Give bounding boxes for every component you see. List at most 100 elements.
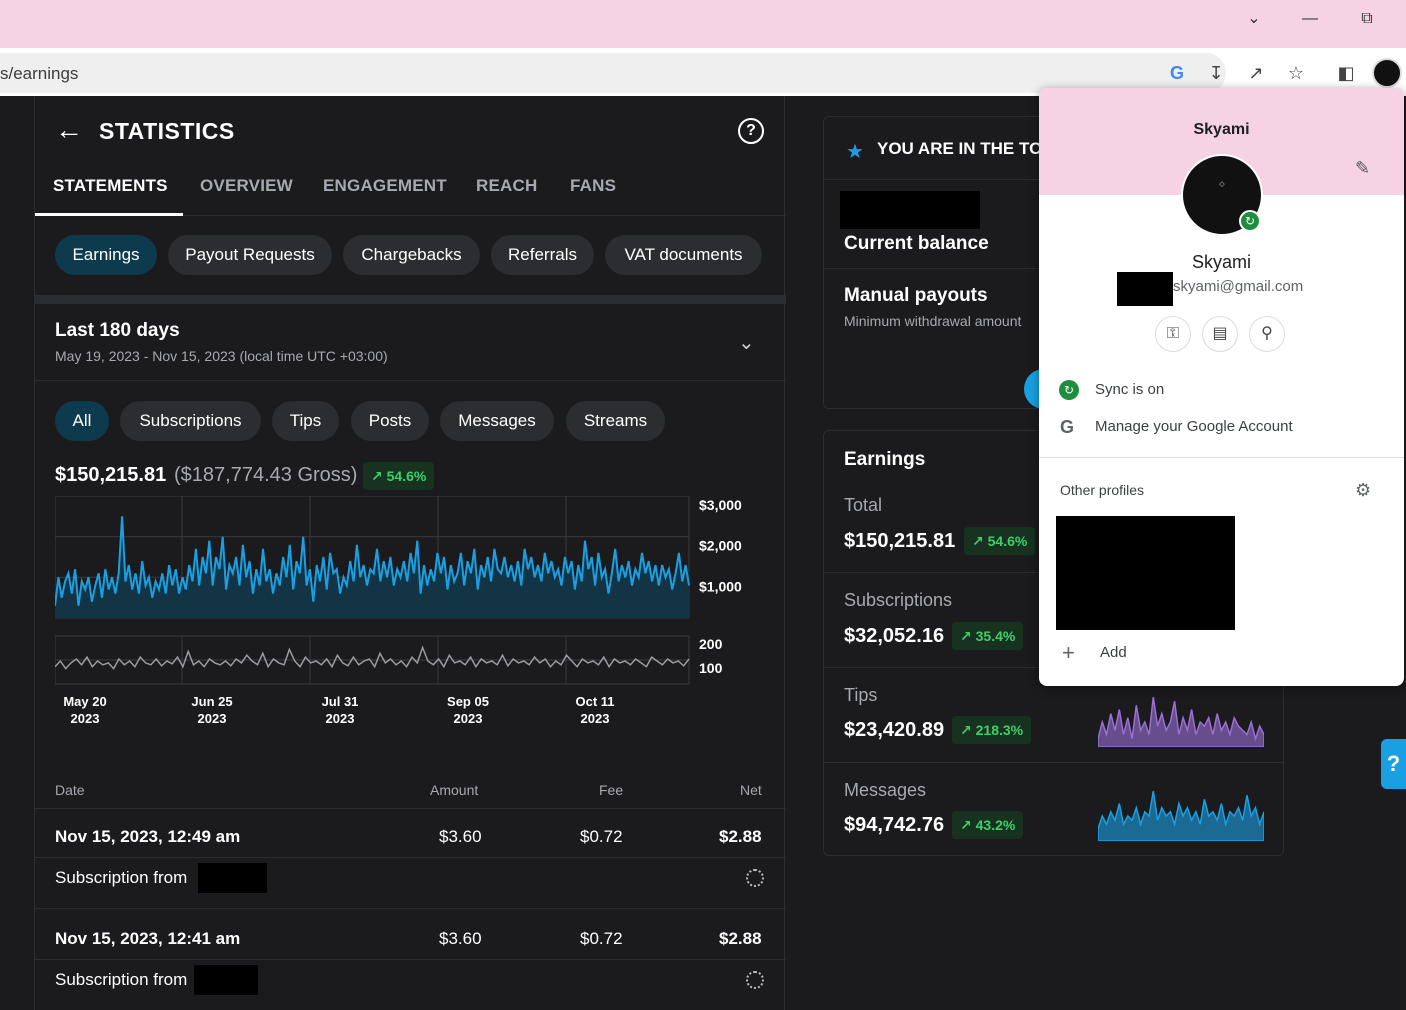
back-arrow-icon[interactable]: ← [55,116,83,144]
divider [35,380,786,381]
filter-streams[interactable]: Streams [566,401,665,441]
restore-icon[interactable]: ⧉ [1353,8,1381,30]
addresses-pin-icon[interactable]: ⚲ [1249,316,1285,352]
filter-subscriptions[interactable]: Subscriptions [120,401,261,441]
redacted-balance [840,191,980,229]
tab-reach[interactable]: REACH [476,176,537,196]
earnings-messages-change: ↗ 43.2% [952,811,1024,839]
minimize-icon[interactable]: — [1296,8,1324,30]
filter-all[interactable]: All [55,401,109,441]
redacted-username [198,863,267,893]
add-plus-icon[interactable]: + [1062,640,1075,666]
subtab-chargebacks[interactable]: Chargebacks [343,235,480,275]
help-icon[interactable]: ? [738,118,764,144]
tab-fans[interactable]: FANS [570,176,616,196]
earnings-subscriptions-amount: $32,052.16 [844,625,945,647]
change-badge: ↗ 54.6% [363,462,435,490]
tab-engagement[interactable]: ENGAGEMENT [323,176,447,196]
browser-titlebar: ⌄ — ⧉ [0,0,1406,44]
x-tick-label: Oct 11 [575,694,614,709]
section-divider [35,295,786,304]
profile-popup: Skyami ✎ ◇ ↻ Skyami skyami@gmail.com ⚿ ▤… [1039,88,1404,686]
min-withdrawal-text: Minimum withdrawal amount [844,313,1022,329]
row-description: Subscription from [55,868,188,887]
tips-sparkline-path [1098,697,1264,747]
divider [35,959,786,960]
row-fee: $0.72 [580,827,623,846]
y-tick-label: $3,000 [699,497,742,513]
add-profile-button[interactable]: Add [1100,644,1127,661]
side-panel-icon[interactable]: ◧ [1335,62,1357,84]
help-chat-icon[interactable]: ? [1381,739,1406,789]
profile-email: skyami@gmail.com [1173,278,1304,295]
y-tick-label: 100 [699,660,723,676]
profile-avatar-button[interactable] [1372,58,1402,88]
x-tick-label: Sep 05 [447,694,489,709]
left-gutter [0,96,34,1010]
row-amount: $3.60 [439,929,482,948]
share-icon[interactable]: ↗ [1245,62,1267,84]
top-creator-text: YOU ARE IN THE TOP [877,139,1054,158]
bookmark-star-icon[interactable]: ☆ [1285,62,1307,84]
pencil-edit-icon[interactable]: ✎ [1355,158,1370,179]
filter-tips[interactable]: Tips [272,401,339,441]
x-tick-label: 2023 [198,711,227,726]
row-net: $2.88 [719,827,762,846]
payment-card-icon[interactable]: ▤ [1202,316,1238,352]
messages-sparkline-path [1098,791,1264,841]
tab-overview[interactable]: OVERVIEW [200,176,293,196]
statistics-header: ← STATISTICS ? [35,96,786,166]
y-tick-label: $1,000 [699,578,742,594]
sync-status[interactable]: Sync is on [1095,381,1164,398]
manage-account-link[interactable]: Manage your Google Account [1095,418,1293,435]
subtab-payout-requests[interactable]: Payout Requests [168,235,332,275]
col-fee-header: Fee [599,782,624,798]
subtab-vat-documents[interactable]: VAT documents [605,235,762,275]
gear-icon[interactable]: ⚙ [1355,480,1371,501]
divider [35,808,786,809]
filter-posts[interactable]: Posts [351,401,429,441]
messages-sparkline [1098,791,1264,841]
tab-search-chevron-icon[interactable]: ⌄ [1240,8,1268,30]
posts-line [55,645,690,670]
earnings-tips-label: Tips [844,685,878,705]
y-tick-label: 200 [699,636,723,652]
filter-messages[interactable]: Messages [440,401,554,441]
statistics-panel: ← STATISTICS ? STATEMENTS OVERVIEW ENGAG… [34,96,786,1010]
passwords-key-icon[interactable]: ⚿ [1155,316,1191,352]
earnings-messages-label: Messages [844,780,927,800]
gross-total: ($187,774.43 Gross) [174,464,358,486]
install-icon[interactable]: ↧ [1205,62,1227,84]
avatar-logo: ◇ [1219,181,1225,188]
tab-statements[interactable]: STATEMENTS [53,176,168,196]
divider [1039,457,1404,458]
row-fee: $0.72 [580,929,623,948]
net-total: $150,215.81 [55,464,167,486]
col-date-header: Date [55,782,85,798]
subtab-earnings[interactable]: Earnings [55,235,157,275]
other-profiles-label: Other profiles [1060,482,1145,498]
subtab-referrals[interactable]: Referrals [491,235,594,275]
period-title[interactable]: Last 180 days [55,320,180,342]
sync-badge-icon: ↻ [1239,210,1261,232]
earnings-tips-change: ↗ 218.3% [952,716,1032,744]
manual-payouts-label: Manual payouts [844,285,988,306]
x-tick-label: May 20 [63,694,106,709]
redacted-other-profile[interactable] [1056,516,1235,630]
earnings-card-title: Earnings [844,449,926,470]
divider [35,857,786,858]
earnings-total-change: ↗ 54.6% [964,527,1036,555]
profile-name-top: Skyami [1193,121,1250,138]
row-amount: $3.60 [439,827,482,846]
chevron-down-icon[interactable]: ⌄ [738,330,755,355]
star-icon: ★ [846,141,864,163]
google-lens-icon[interactable]: G [1166,62,1188,84]
x-tick-label: Jul 31 [322,694,359,709]
x-tick-label: 2023 [71,711,100,726]
row-date: Nov 15, 2023, 12:49 am [55,827,241,846]
omnibox[interactable]: s/earnings G ↧ ↗ ☆ [0,53,1304,93]
tips-sparkline [1098,697,1264,747]
row-date: Nov 15, 2023, 12:41 am [55,929,241,948]
sync-icon: ↻ [1059,380,1079,400]
earnings-total-label: Total [844,495,883,515]
